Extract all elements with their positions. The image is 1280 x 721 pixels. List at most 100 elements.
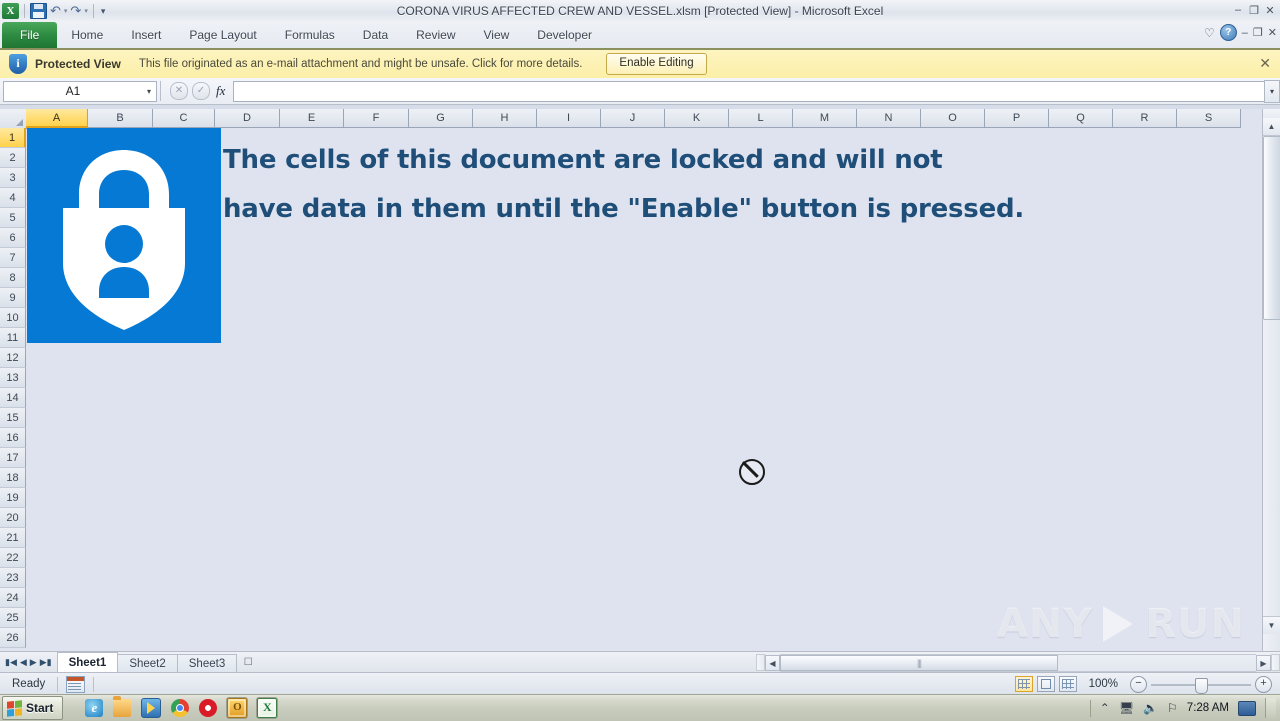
row-header-3[interactable]: 3 xyxy=(0,168,26,188)
redo-icon[interactable]: ↷ xyxy=(69,4,82,18)
row-header-4[interactable]: 4 xyxy=(0,188,26,208)
start-button[interactable]: Start xyxy=(2,696,64,720)
column-header-O[interactable]: O xyxy=(921,109,985,128)
column-header-Q[interactable]: Q xyxy=(1049,109,1113,128)
row-header-16[interactable]: 16 xyxy=(0,428,26,448)
column-header-J[interactable]: J xyxy=(601,109,665,128)
row-header-17[interactable]: 17 xyxy=(0,448,26,468)
tab-file[interactable]: File xyxy=(2,22,58,48)
first-sheet-icon[interactable]: ▮◀ xyxy=(5,657,17,668)
insert-function-icon[interactable]: fx xyxy=(214,83,227,99)
row-header-15[interactable]: 15 xyxy=(0,408,26,428)
zoom-level-label[interactable]: 100% xyxy=(1081,678,1126,690)
network-icon[interactable]: 🖥 xyxy=(1119,701,1134,715)
row-header-20[interactable]: 20 xyxy=(0,508,26,528)
row-header-6[interactable]: 6 xyxy=(0,228,26,248)
row-header-14[interactable]: 14 xyxy=(0,388,26,408)
column-header-L[interactable]: L xyxy=(729,109,793,128)
column-header-K[interactable]: K xyxy=(665,109,729,128)
clock[interactable]: 7:28 AM xyxy=(1187,702,1229,714)
last-sheet-icon[interactable]: ▶▮ xyxy=(40,657,52,668)
horizontal-scroll-thumb[interactable] xyxy=(780,654,1058,671)
show-desktop-button[interactable] xyxy=(1265,698,1276,718)
google-chrome-icon[interactable] xyxy=(171,699,190,717)
row-header-7[interactable]: 7 xyxy=(0,248,26,268)
horizontal-scrollbar[interactable]: ◀ ▶ xyxy=(756,653,1280,672)
record-macro-icon[interactable] xyxy=(66,675,86,693)
name-box-dropdown-icon[interactable]: ▾ xyxy=(142,87,156,96)
show-hidden-icons-icon[interactable]: ⌃ xyxy=(1100,701,1110,715)
tab-developer[interactable]: Developer xyxy=(523,22,606,48)
tab-data[interactable]: Data xyxy=(349,22,402,48)
customize-qat-icon[interactable]: ▾ xyxy=(99,6,108,17)
scroll-left-icon[interactable]: ◀ xyxy=(765,654,780,671)
column-header-H[interactable]: H xyxy=(473,109,537,128)
prev-sheet-icon[interactable]: ◀ xyxy=(20,657,27,668)
tab-view[interactable]: View xyxy=(470,22,524,48)
undo-icon[interactable]: ↶ xyxy=(49,4,62,18)
tab-page-layout[interactable]: Page Layout xyxy=(175,22,270,48)
redo-dropdown-icon[interactable]: ▾ xyxy=(84,7,88,15)
column-header-R[interactable]: R xyxy=(1113,109,1177,128)
row-header-2[interactable]: 2 xyxy=(0,148,26,168)
windows-explorer-icon[interactable] xyxy=(113,696,132,717)
scroll-down-icon[interactable]: ▼ xyxy=(1263,616,1280,634)
row-header-22[interactable]: 22 xyxy=(0,548,26,568)
column-header-D[interactable]: D xyxy=(215,109,280,128)
restore-button[interactable]: ❐ xyxy=(1247,2,1261,18)
help-icon[interactable]: ? xyxy=(1219,24,1237,41)
zoom-slider-thumb[interactable] xyxy=(1195,677,1208,694)
name-box[interactable]: A1 ▾ xyxy=(3,80,157,102)
excel-taskbar-icon[interactable]: X xyxy=(256,697,279,719)
tab-formulas[interactable]: Formulas xyxy=(271,22,349,48)
normal-view-button[interactable] xyxy=(1014,676,1033,692)
row-header-11[interactable]: 11 xyxy=(0,328,26,348)
row-header-21[interactable]: 21 xyxy=(0,528,26,548)
zoom-in-button[interactable]: + xyxy=(1255,675,1272,693)
vertical-scrollbar[interactable]: ▲ ▼ xyxy=(1262,109,1280,651)
row-header-12[interactable]: 12 xyxy=(0,348,26,368)
column-header-B[interactable]: B xyxy=(88,109,153,128)
page-layout-view-button[interactable] xyxy=(1036,676,1055,692)
column-header-G[interactable]: G xyxy=(409,109,473,128)
sheet-tab-sheet3[interactable]: Sheet3 xyxy=(176,654,238,673)
protected-view-close-icon[interactable]: ✕ xyxy=(1259,56,1271,70)
opera-browser-icon[interactable] xyxy=(199,699,218,717)
vertical-scroll-thumb[interactable] xyxy=(1263,136,1280,320)
row-header-23[interactable]: 23 xyxy=(0,568,26,588)
row-header-13[interactable]: 13 xyxy=(0,368,26,388)
column-header-E[interactable]: E xyxy=(280,109,344,128)
insert-worksheet-icon[interactable]: ☐ xyxy=(240,655,256,671)
row-header-24[interactable]: 24 xyxy=(0,588,26,608)
column-header-C[interactable]: C xyxy=(153,109,215,128)
minimize-ribbon-icon[interactable]: ♡ xyxy=(1204,26,1215,40)
column-header-N[interactable]: N xyxy=(857,109,921,128)
windows-media-player-icon[interactable] xyxy=(141,698,162,718)
doc-close-button[interactable]: ✕ xyxy=(1268,26,1277,39)
column-header-I[interactable]: I xyxy=(537,109,601,128)
row-header-18[interactable]: 18 xyxy=(0,468,26,488)
row-header-25[interactable]: 25 xyxy=(0,608,26,628)
doc-minimize-button[interactable]: – xyxy=(1242,27,1248,39)
horizontal-split-handle[interactable] xyxy=(756,654,765,671)
zoom-out-button[interactable]: − xyxy=(1130,675,1147,693)
enter-formula-icon[interactable]: ✓ xyxy=(192,82,210,100)
next-sheet-icon[interactable]: ▶ xyxy=(30,657,37,668)
close-button[interactable]: ✕ xyxy=(1263,2,1277,18)
doc-restore-button[interactable]: ❐ xyxy=(1253,26,1263,39)
sheet-tab-sheet1[interactable]: Sheet1 xyxy=(56,652,119,673)
row-header-10[interactable]: 10 xyxy=(0,308,26,328)
column-header-P[interactable]: P xyxy=(985,109,1049,128)
action-center-flag-icon[interactable]: ⚐ xyxy=(1167,701,1178,715)
internet-explorer-icon[interactable]: e xyxy=(85,699,104,717)
column-header-A[interactable]: A xyxy=(26,109,88,128)
column-header-S[interactable]: S xyxy=(1177,109,1241,128)
row-header-1[interactable]: 1 xyxy=(0,128,26,148)
page-break-view-button[interactable] xyxy=(1058,676,1077,692)
row-header-8[interactable]: 8 xyxy=(0,268,26,288)
save-icon[interactable] xyxy=(30,3,47,19)
formula-input[interactable] xyxy=(233,80,1264,102)
horizontal-scroll-track[interactable] xyxy=(780,653,1256,672)
sheet-canvas[interactable]: The cells of this document are locked an… xyxy=(27,128,1263,651)
tab-home[interactable]: Home xyxy=(57,22,117,48)
